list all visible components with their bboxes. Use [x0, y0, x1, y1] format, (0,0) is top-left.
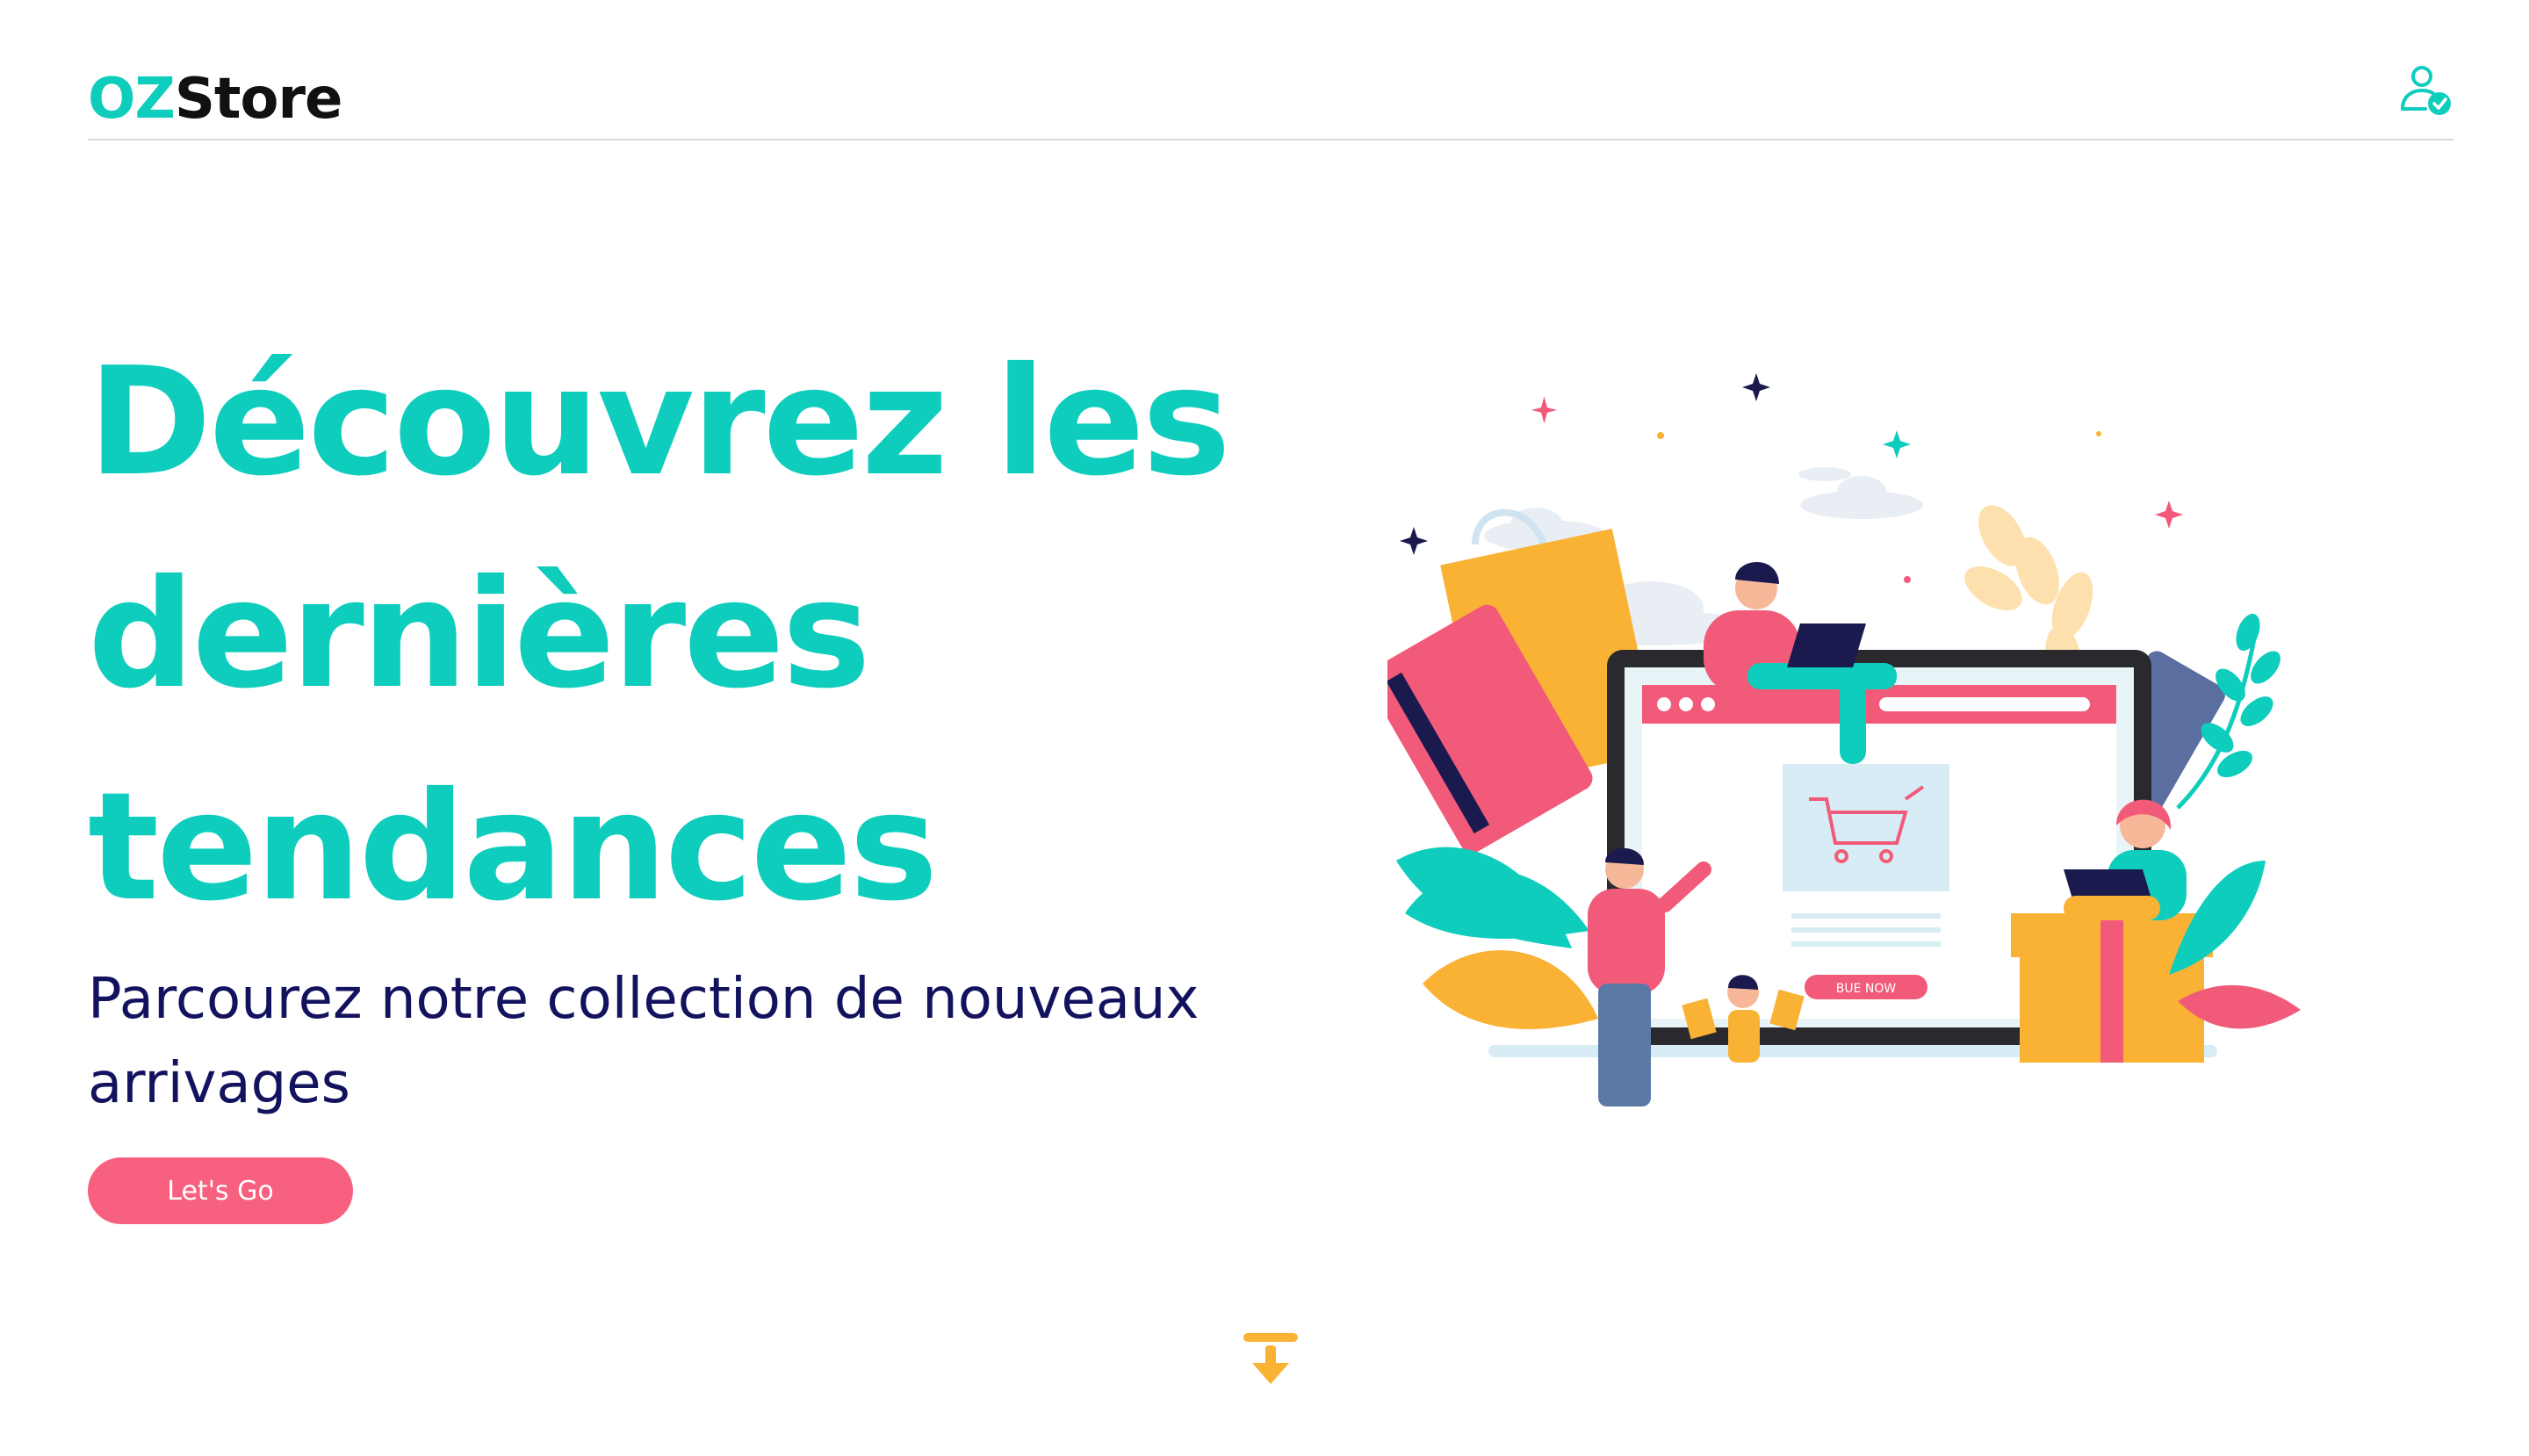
shopping-illustration: BUE NOW: [1387, 373, 2301, 1106]
site-header: OZStore: [88, 53, 2453, 141]
lets-go-button[interactable]: Let's Go: [88, 1157, 353, 1224]
hero-title-line-3: tendances: [88, 760, 938, 934]
hero-title-line-2: dernières: [88, 548, 871, 722]
user-check-icon: [2401, 66, 2451, 115]
user-account-button[interactable]: [2399, 63, 2453, 118]
page: OZStore Découvrez les dernières tendance…: [0, 0, 2529, 1456]
hero-title-line-1: Découvrez les: [88, 335, 1231, 509]
scroll-down-button[interactable]: [1240, 1333, 1301, 1388]
hero-title: Découvrez les dernières tendances: [88, 316, 1317, 954]
buy-now-label: BUE NOW: [1836, 982, 1897, 996]
logo-suffix: Store: [174, 67, 343, 132]
logo[interactable]: OZStore: [88, 61, 342, 137]
arrow-down-to-line-icon: [1243, 1333, 1298, 1384]
logo-prefix: OZ: [88, 67, 176, 132]
hero-subtitle: Parcourez notre collection de nouveaux a…: [88, 967, 1200, 1116]
